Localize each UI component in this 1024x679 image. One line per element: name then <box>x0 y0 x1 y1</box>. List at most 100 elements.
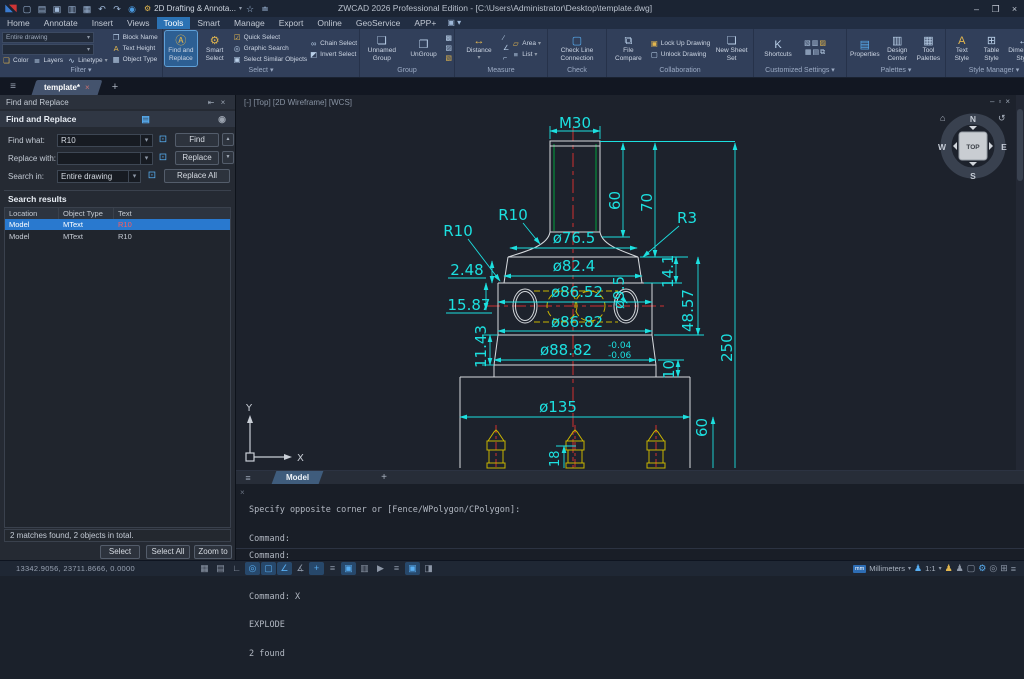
annotation-visibility-icon[interactable]: ♟ <box>945 563 953 574</box>
filter-layers-button[interactable]: ≣Layers <box>33 56 64 65</box>
polar-toggle-icon[interactable]: ◎ <box>245 562 260 575</box>
new-sheet-set-button[interactable]: ❏New Sheet Set <box>712 31 751 66</box>
menu-manage[interactable]: Manage <box>227 17 272 29</box>
plan-icon[interactable]: ▢ <box>967 563 976 574</box>
collaboration-group-label[interactable]: Collaboration <box>607 66 753 77</box>
workspace-switcher[interactable]: ⚙ 2D Drafting & Annota... ▾ <box>144 4 242 13</box>
ribbon-display-icon[interactable]: ▣ ▾ <box>447 17 461 29</box>
graphic-search-button[interactable]: ◎Graphic Search <box>233 44 308 53</box>
snap-toggle-icon[interactable]: ▤ <box>213 562 228 575</box>
menu-views[interactable]: Views <box>120 17 157 29</box>
col-location[interactable]: Location <box>5 208 59 219</box>
view-cube[interactable]: ⌂ ↺ N S W E TOP <box>936 109 1010 183</box>
polar-track-icon[interactable]: ∡ <box>293 562 308 575</box>
quick-view-icon[interactable]: ◨ <box>421 562 436 575</box>
search-pick-icon[interactable]: ⊡ <box>146 170 158 182</box>
isolate-icon[interactable]: ◎ <box>989 563 997 574</box>
scale-label[interactable]: 1:1 <box>925 564 935 573</box>
command-close-icon[interactable]: × <box>240 488 245 497</box>
table-style-button[interactable]: ⊞Table Style <box>978 31 1006 66</box>
add-layout-button[interactable]: + <box>381 472 387 483</box>
scrollbar-thumb[interactable] <box>1017 109 1023 181</box>
check-group-label[interactable]: Check <box>548 66 606 77</box>
filter-group-label[interactable]: Filter ▾ <box>0 66 162 77</box>
group-tool2-icon[interactable]: ▨ <box>445 45 452 53</box>
list-button[interactable]: ≡List▾ <box>511 50 541 59</box>
doc-minimize-icon[interactable]: – <box>990 97 994 106</box>
angle-icon[interactable]: ∠ <box>503 45 509 53</box>
menu-online[interactable]: Online <box>310 17 349 29</box>
print-icon[interactable]: ▦ <box>80 1 94 17</box>
cube-east[interactable]: E <box>1001 142 1007 152</box>
select-button[interactable]: Select <box>100 545 140 559</box>
group-tool3-icon[interactable]: ▧ <box>445 55 452 63</box>
annotation-toggle-icon[interactable]: ▣ <box>405 562 420 575</box>
undo-icon[interactable]: ↶ <box>95 1 109 17</box>
caret-down-icon[interactable]: ▾ <box>939 565 942 572</box>
filter-block-name-button[interactable]: ❐Block Name <box>112 33 158 42</box>
drawing-vertical-scrollbar[interactable] <box>1016 95 1024 470</box>
cube-south[interactable]: S <box>970 171 976 181</box>
volume-icon[interactable]: ⌐ <box>503 55 509 63</box>
filter-scope-dropdown[interactable]: Entire drawing▾ <box>2 32 94 43</box>
settings-gear-icon[interactable]: ⚙ <box>978 563 986 574</box>
style-manager-group-label[interactable]: Style Manager ▾ <box>946 66 1024 77</box>
cube-arrow-s[interactable] <box>969 162 977 166</box>
layout-tab-model[interactable]: Model <box>272 471 324 484</box>
save-icon[interactable]: ▣ <box>50 1 64 17</box>
panel-help-icon[interactable]: ◉ <box>215 114 229 125</box>
group-tool-icon[interactable]: ▩ <box>445 35 452 43</box>
table-row[interactable]: Model MText R10 <box>5 231 230 242</box>
distance-button[interactable]: ↔Distance▾ <box>457 31 501 66</box>
caret-down-icon[interactable]: ▾ <box>908 565 911 572</box>
text-style-button[interactable]: AText Style <box>948 31 976 66</box>
restore-button[interactable]: ❐ <box>986 1 1005 17</box>
close-button[interactable]: × <box>1005 1 1024 17</box>
workspace-toggle-icon[interactable]: ≡ <box>389 562 404 575</box>
panel-options-icon[interactable]: ▤ <box>139 114 153 125</box>
table-row[interactable]: Model MText R10 <box>5 219 230 230</box>
pick-cursor-icon[interactable]: ▶ <box>373 562 388 575</box>
cube-arrow-n[interactable] <box>969 126 977 130</box>
cube-orbit-icon[interactable]: ↺ <box>998 113 1006 123</box>
cube-home-icon[interactable]: ⌂ <box>940 113 945 123</box>
menu-annotate[interactable]: Annotate <box>37 17 85 29</box>
cycling-toggle-icon[interactable]: ▥ <box>357 562 372 575</box>
ungroup-button[interactable]: ❐UnGroup <box>404 31 444 66</box>
slope-toggle-icon[interactable]: ∠ <box>277 562 292 575</box>
menu-smart[interactable]: Smart <box>190 17 227 29</box>
tab-menu-icon[interactable]: ≡ <box>0 79 26 95</box>
select-similar-button[interactable]: ▣Select Similar Objects <box>233 55 308 64</box>
unlock-drawing-button[interactable]: ▢Unlock Drawing <box>650 50 711 59</box>
design-center-button[interactable]: ▥Design Center <box>883 31 912 66</box>
replace-button[interactable]: Replace <box>175 151 219 165</box>
shortcuts-button[interactable]: KShortcuts <box>756 31 800 66</box>
minimize-ribbon-icon[interactable]: ≐ <box>258 1 272 17</box>
minimize-button[interactable]: – <box>967 1 986 17</box>
area-button[interactable]: ▱Area▾ <box>511 39 541 48</box>
group-group-label[interactable]: Group <box>360 66 454 77</box>
alias-icon[interactable]: ▥ <box>812 40 819 48</box>
combo-caret-icon[interactable]: ▾ <box>140 135 152 146</box>
fullscreen-icon[interactable]: ⊞ <box>1000 563 1008 574</box>
zoom-to-button[interactable]: Zoom to <box>194 545 232 559</box>
cube-west[interactable]: W <box>938 142 947 152</box>
select-all-button[interactable]: Select All <box>146 545 190 559</box>
save-as-icon[interactable]: ▥ <box>65 1 79 17</box>
search-in-combo[interactable]: Entire drawing ▾ <box>57 170 141 183</box>
filter-object-type-button[interactable]: ▦Object Type <box>112 55 158 64</box>
filter-text-height-button[interactable]: AText Height <box>112 44 158 53</box>
annotation-auto-icon[interactable]: ♟ <box>956 563 964 574</box>
doc-restore-icon[interactable]: ▫ <box>998 97 1001 106</box>
menu-home[interactable]: Home <box>0 17 37 29</box>
find-what-combo[interactable]: R10 ▾ <box>57 134 153 147</box>
open-file-icon[interactable]: ▤ <box>35 1 49 17</box>
otrack-toggle-icon[interactable]: + <box>309 562 324 575</box>
find-replace-button[interactable]: Ⓐ Find and Replace <box>165 31 197 66</box>
doc-tab-template[interactable]: template* × <box>32 80 103 95</box>
grid-custom-icon[interactable]: ▤ <box>813 49 820 57</box>
menu-insert[interactable]: Insert <box>85 17 120 29</box>
check-line-connection-button[interactable]: ▢Check Line Connection <box>550 31 604 66</box>
osnap-toggle-icon[interactable]: ▢ <box>261 562 276 575</box>
col-object-type[interactable]: Object Type <box>59 208 114 219</box>
